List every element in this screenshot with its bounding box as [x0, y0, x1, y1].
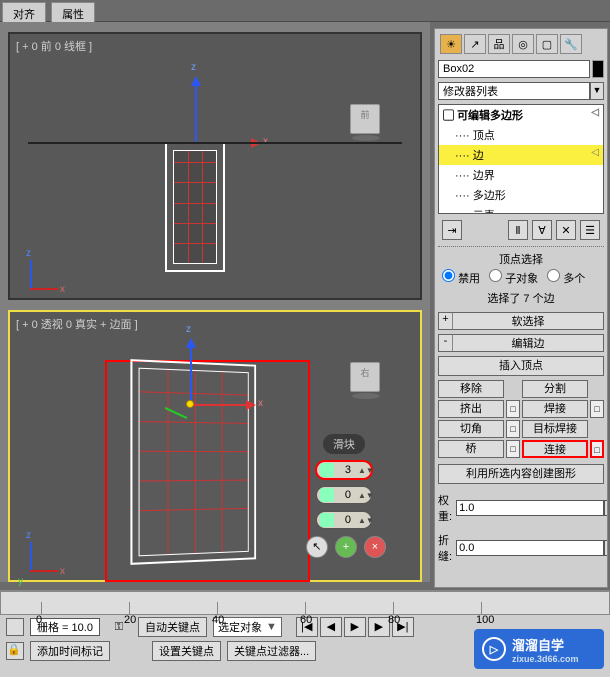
- extrude-settings-icon[interactable]: □: [506, 400, 520, 418]
- stack-root[interactable]: ▢ 可编辑多边形◁: [439, 105, 603, 125]
- auto-key-button[interactable]: 自动关键点: [138, 617, 207, 637]
- object-color-swatch[interactable]: [592, 60, 604, 78]
- modifier-stack[interactable]: ▢ 可编辑多边形◁ ···· 顶点 ···· 边◁ ···· 边界 ···· 多…: [438, 104, 604, 214]
- next-frame-icon[interactable]: ▶: [368, 617, 390, 637]
- viewport-perspective[interactable]: [ + 0 透视 0 真实 + 边面 ] 右 z x z: [8, 310, 422, 582]
- prev-frame-icon[interactable]: ◀: [320, 617, 342, 637]
- prev-key-icon[interactable]: [6, 618, 24, 636]
- pin-stack-icon[interactable]: ⇥: [442, 220, 462, 240]
- rollout-soft-selection[interactable]: + 软选择: [438, 312, 604, 330]
- watermark-badge: ▷ 溜溜自学 zixue.3d66.com: [474, 629, 604, 669]
- bridge-settings-icon[interactable]: □: [506, 440, 520, 458]
- spinner-1[interactable]: 3▲▼: [315, 460, 373, 480]
- play-icon: ▷: [482, 637, 506, 661]
- viewcube-front[interactable]: 前: [350, 104, 380, 134]
- slider-bubble: 滑块: [323, 434, 365, 454]
- stack-element[interactable]: ···· 元素: [439, 205, 603, 214]
- viewport-front[interactable]: [ + 0 前 0 线框 ] z x 前 z x: [8, 32, 422, 300]
- remove-button[interactable]: 移除: [438, 380, 504, 398]
- eye-icon[interactable]: ◁: [591, 107, 599, 118]
- weight-label: 权重:: [438, 490, 452, 526]
- key-filters-button[interactable]: 关键点过滤器...: [227, 641, 316, 661]
- viewport-front-label: [ + 0 前 0 线框 ]: [16, 38, 92, 54]
- connect-button[interactable]: 连接: [522, 440, 588, 458]
- radio-multiple[interactable]: 多个: [547, 273, 585, 285]
- rollout-edit-edge[interactable]: - 编辑边: [438, 334, 604, 352]
- chamfer-button[interactable]: 切角: [438, 420, 504, 438]
- axis-x-icon: [190, 404, 254, 406]
- radio-disable[interactable]: 禁用: [442, 273, 480, 285]
- create-shape-button[interactable]: 利用所选内容创建图形: [438, 464, 604, 484]
- weld-settings-icon[interactable]: □: [590, 400, 604, 418]
- viewcube-persp[interactable]: 右: [350, 362, 380, 392]
- sun-icon[interactable]: ☀: [440, 34, 462, 54]
- eye-icon[interactable]: ◁: [591, 147, 599, 158]
- set-key-button[interactable]: 设置关键点: [152, 641, 221, 661]
- expand-icon[interactable]: +: [439, 313, 453, 329]
- remove-modifier-icon[interactable]: ✕: [556, 220, 576, 240]
- modifier-list-select[interactable]: [438, 82, 590, 100]
- cancel-button[interactable]: ×: [364, 536, 386, 558]
- chamfer-settings-icon[interactable]: □: [506, 420, 520, 438]
- target-weld-button[interactable]: 目标焊接: [522, 420, 588, 438]
- selection-info: 选择了 7 个边: [438, 288, 604, 308]
- time-ruler[interactable]: 0 20 40 60 80 100: [0, 591, 610, 615]
- cursor-icon[interactable]: ↖: [306, 536, 328, 558]
- selection-header: 顶点选择: [438, 251, 604, 267]
- axis-z-icon: [195, 78, 197, 142]
- spinner-2[interactable]: 0▲▼: [316, 486, 372, 504]
- bridge-button[interactable]: 桥: [438, 440, 504, 458]
- tab-props[interactable]: 属性: [51, 2, 95, 24]
- utilities-tab-icon[interactable]: 🔧: [560, 34, 582, 54]
- stack-edge[interactable]: ···· 边◁: [439, 145, 603, 165]
- split-button[interactable]: 分割: [522, 380, 588, 398]
- stack-border[interactable]: ···· 边界: [439, 165, 603, 185]
- axis-z-icon: [190, 340, 192, 404]
- collapse-icon[interactable]: -: [439, 335, 453, 351]
- object-name-input[interactable]: [438, 60, 590, 78]
- crease-spinner[interactable]: ▲▼: [456, 540, 608, 556]
- model-box-persp[interactable]: [130, 359, 256, 565]
- axis-z-label: z: [191, 62, 196, 73]
- stack-vertex[interactable]: ···· 顶点: [439, 125, 603, 145]
- connect-settings-icon[interactable]: □: [590, 440, 604, 458]
- hierarchy-tab-icon[interactable]: 品: [488, 34, 510, 54]
- add-time-tag-button[interactable]: 添加时间标记: [30, 641, 110, 661]
- crease-label: 折缝:: [438, 530, 452, 566]
- model-box-top[interactable]: [165, 142, 225, 272]
- gizmo-origin-icon: [186, 400, 194, 408]
- weld-button[interactable]: 焊接: [522, 400, 588, 418]
- extrude-button[interactable]: 挤出: [438, 400, 504, 418]
- add-button[interactable]: +: [335, 536, 357, 558]
- radio-subobject[interactable]: 子对象: [489, 273, 538, 285]
- display-tab-icon[interactable]: ▢: [536, 34, 558, 54]
- modify-tab-icon[interactable]: ↗: [464, 34, 486, 54]
- show-end-result-icon[interactable]: Ⅱ: [508, 220, 528, 240]
- stack-polygon[interactable]: ···· 多边形: [439, 185, 603, 205]
- command-panel: ☀ ↗ 品 ◎ ▢ 🔧 ▼ ▢ 可编辑多边形◁ ···· 顶点 ···· 边◁ …: [434, 28, 608, 588]
- weight-spinner[interactable]: ▲▼: [456, 500, 608, 516]
- make-unique-icon[interactable]: ∀: [532, 220, 552, 240]
- spinner-3[interactable]: 0▲▼: [316, 511, 372, 529]
- play-icon[interactable]: ▶: [344, 617, 366, 637]
- viewports-area: [ + 0 前 0 线框 ] z x 前 z x [ + 0 透: [0, 22, 430, 582]
- motion-tab-icon[interactable]: ◎: [512, 34, 534, 54]
- insert-vertex-button[interactable]: 插入顶点: [438, 356, 604, 376]
- configure-sets-icon[interactable]: ☰: [580, 220, 600, 240]
- tab-align[interactable]: 对齐: [2, 2, 46, 24]
- lock-icon[interactable]: 🔒: [6, 642, 24, 660]
- viewport-persp-label: [ + 0 透视 0 真实 + 边面 ]: [16, 316, 138, 332]
- chevron-down-icon[interactable]: ▼: [590, 82, 604, 100]
